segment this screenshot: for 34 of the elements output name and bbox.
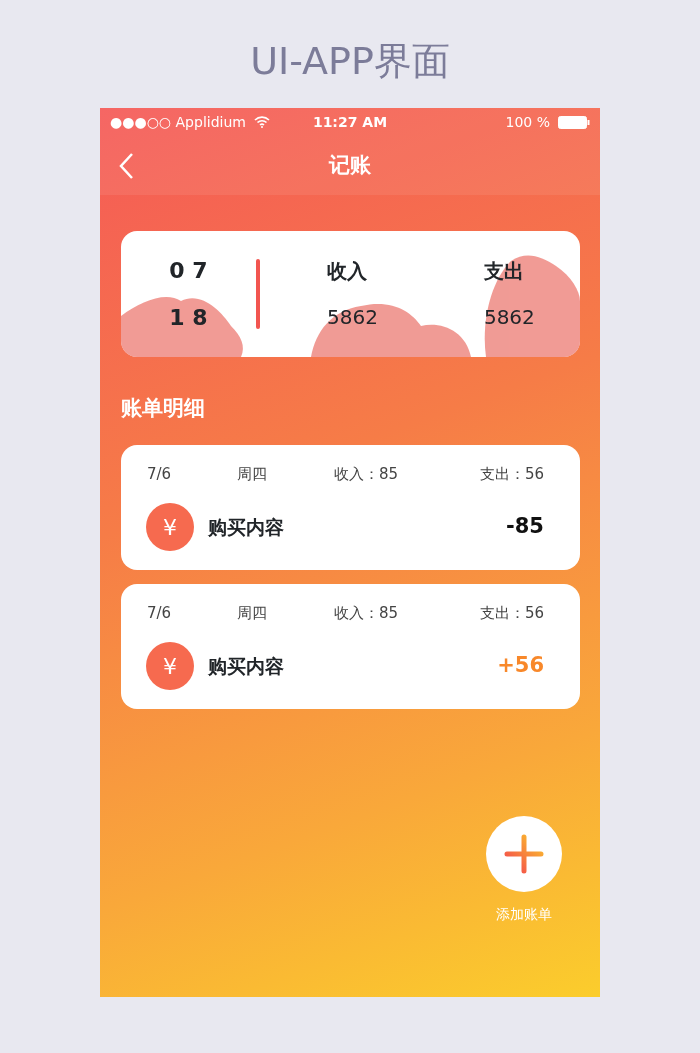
page-title: 记账 xyxy=(329,151,371,179)
bill-expense: 支出：56 xyxy=(479,602,544,624)
year-label: 1 8 xyxy=(169,304,208,332)
add-button-label: 添加账单 xyxy=(496,905,552,924)
presentation-title: UI-APP界面 xyxy=(249,38,451,85)
bill-date: 7/6 xyxy=(147,463,173,485)
bill-income: 收入：85 xyxy=(334,463,399,485)
plus-icon xyxy=(504,834,544,874)
bill-amount: +56 xyxy=(497,652,544,680)
status-time: 11:27 AM xyxy=(311,112,389,132)
bill-amount: -85 xyxy=(506,513,544,541)
yen-icon: ¥ xyxy=(146,503,194,551)
month-label: 0 7 xyxy=(169,257,208,285)
bill-card[interactable]: 7/6 周四 收入：85 支出：56 ¥ 购买内容 -85 xyxy=(121,444,580,570)
bill-name: 购买内容 xyxy=(208,653,284,679)
bill-name: 购买内容 xyxy=(208,514,284,540)
wifi-icon xyxy=(253,116,270,128)
bill-date: 7/6 xyxy=(147,602,173,624)
section-title: 账单明细 xyxy=(121,395,206,422)
expense-total: 5862 xyxy=(483,304,535,331)
divider-bar xyxy=(256,259,260,329)
carrier-label: ●●●○○ Applidium xyxy=(110,112,246,132)
bill-weekday: 周四 xyxy=(237,602,268,624)
bill-card[interactable]: 7/6 周四 收入：85 支出：56 ¥ 购买内容 +56 xyxy=(121,583,580,709)
expense-label: 支出 xyxy=(483,258,525,285)
yen-icon: ¥ xyxy=(146,642,194,690)
income-total: 5862 xyxy=(327,304,378,331)
battery-icon xyxy=(558,115,590,129)
back-button[interactable] xyxy=(118,152,134,180)
bill-weekday: 周四 xyxy=(237,463,268,485)
bill-expense: 支出：56 xyxy=(479,463,544,485)
battery-percent: 100 % xyxy=(505,112,550,132)
income-label: 收入 xyxy=(327,258,368,285)
bill-income: 收入：85 xyxy=(334,602,399,624)
